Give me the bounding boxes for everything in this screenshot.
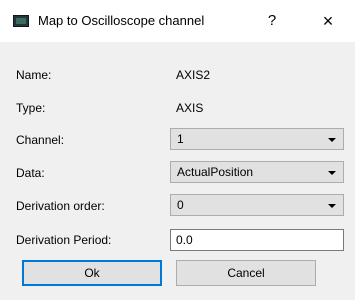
chevron-down-icon <box>328 171 336 175</box>
oscilloscope-icon <box>13 15 29 27</box>
ok-button[interactable]: Ok <box>22 260 162 286</box>
channel-select[interactable]: 1 <box>170 128 344 150</box>
chevron-down-icon <box>328 204 336 208</box>
window-title: Map to Oscilloscope channel <box>38 13 205 28</box>
cancel-button[interactable]: Cancel <box>176 260 316 286</box>
data-selected-value: ActualPosition <box>177 165 254 179</box>
title-bar[interactable]: Map to Oscilloscope channel ? × <box>0 0 355 42</box>
data-label: Data: <box>16 166 45 180</box>
derivation-period-input[interactable] <box>176 233 336 247</box>
derivation-period-label: Derivation Period: <box>16 233 112 247</box>
chevron-down-icon <box>328 138 336 142</box>
type-label: Type: <box>16 101 46 115</box>
channel-label: Channel: <box>16 133 65 147</box>
data-select[interactable]: ActualPosition <box>170 161 344 183</box>
channel-selected-value: 1 <box>177 132 184 146</box>
derivation-period-field[interactable] <box>170 229 344 251</box>
type-value: AXIS <box>176 101 204 115</box>
name-value: AXIS2 <box>176 68 211 82</box>
derivation-order-selected-value: 0 <box>177 198 184 212</box>
help-button[interactable]: ? <box>262 12 282 30</box>
derivation-order-label: Derivation order: <box>16 199 105 213</box>
name-label: Name: <box>16 68 52 82</box>
derivation-order-select[interactable]: 0 <box>170 194 344 216</box>
close-button[interactable]: × <box>316 10 340 32</box>
dialog-window: Map to Oscilloscope channel ? × Name: AX… <box>0 0 355 300</box>
